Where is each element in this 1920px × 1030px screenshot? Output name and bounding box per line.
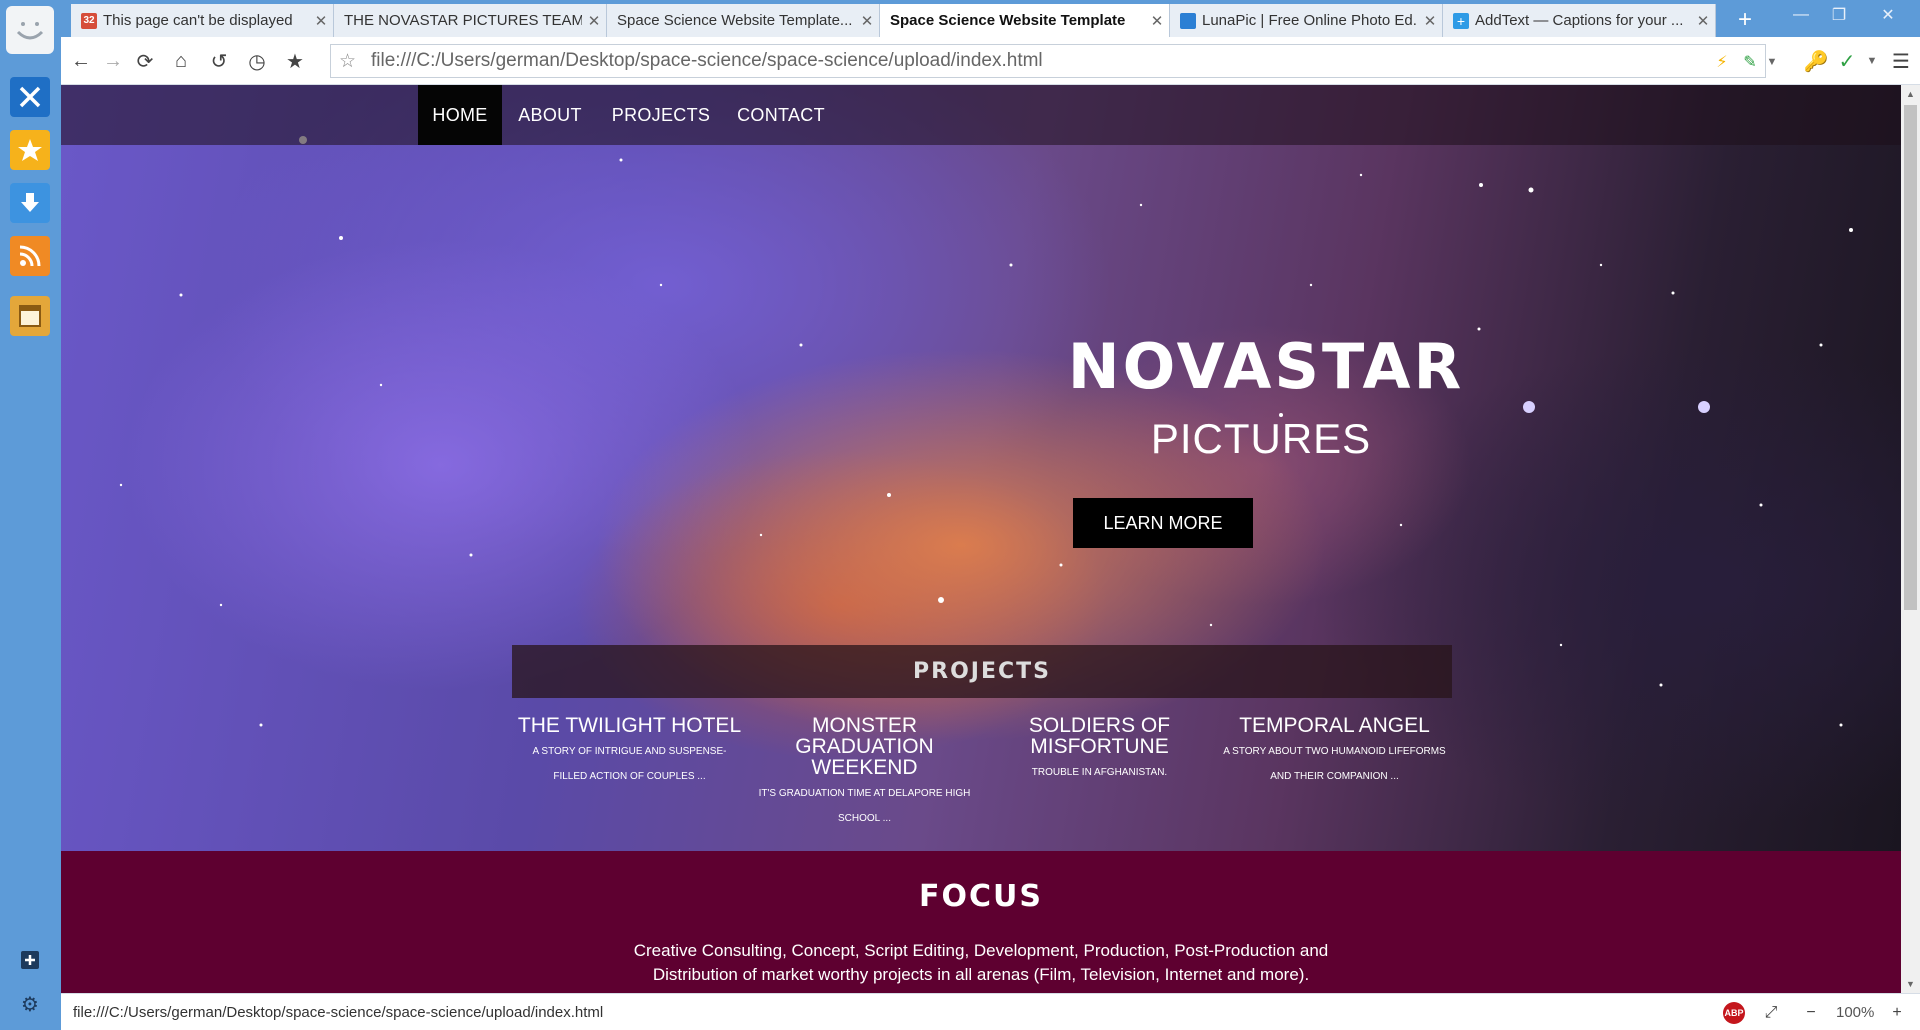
reload-icon[interactable]: ⟳ — [131, 47, 159, 75]
site-nav: HOME ABOUT PROJECTS CONTACT — [61, 85, 1901, 145]
nav-home[interactable]: HOME — [418, 85, 502, 145]
tab-title: AddText — Captions for your ... — [1475, 12, 1684, 29]
address-bar[interactable]: ☆ ⚡ ✎ ▼ — [330, 44, 1777, 78]
menu-icon[interactable]: ☰ — [1887, 47, 1915, 75]
scroll-thumb[interactable] — [1904, 105, 1917, 610]
add-sidebar-item-icon[interactable] — [18, 948, 42, 972]
project-title[interactable]: THE TWILIGHT HOTEL — [512, 715, 747, 736]
tab-space-science-1[interactable]: Space Science Website Template... ✕ — [607, 4, 880, 37]
tab-title: Space Science Website Template... — [617, 12, 853, 29]
favorites-star-icon[interactable] — [10, 130, 50, 170]
tools-icon[interactable] — [10, 77, 50, 117]
tab-space-science-active[interactable]: Space Science Website Template ✕ — [880, 4, 1170, 37]
key-icon[interactable]: 🔑 — [1802, 47, 1830, 75]
focus-section: FOCUS Creative Consulting, Concept, Scri… — [61, 851, 1901, 993]
adblock-plus-icon[interactable]: ABP — [1723, 1002, 1745, 1024]
tab-novastar-team[interactable]: THE NOVASTAR PICTURES TEAM ✕ — [334, 4, 607, 37]
browser-toolbar: ← → ⟳ ⌂ ↺ ◷ ★ ☆ ⚡ ✎ ▼ 🔑 ✓ ▼ ☰ — [61, 37, 1920, 85]
tab-bar: 32 This page can't be displayed ✕ THE NO… — [61, 0, 1920, 37]
zoom-in-icon[interactable]: + — [1884, 1000, 1910, 1026]
settings-gear-icon[interactable]: ⚙ — [18, 992, 42, 1016]
focus-text: Creative Consulting, Concept, Script Edi… — [633, 941, 1329, 984]
history-clock-icon[interactable]: ◷ — [243, 47, 271, 75]
tab-close-icon[interactable]: ✕ — [1418, 12, 1442, 30]
tab-title: Space Science Website Template — [890, 12, 1126, 29]
nav-projects[interactable]: PROJECTS — [598, 85, 724, 145]
learn-more-button[interactable]: LEARN MORE — [1073, 498, 1253, 548]
status-url: file:///C:/Users/german/Desktop/space-sc… — [73, 1004, 604, 1021]
tab-title: This page can't be displayed — [103, 12, 293, 29]
project-title[interactable]: TEMPORAL ANGEL — [1217, 715, 1452, 736]
favorite-star-outline-icon[interactable]: ☆ — [339, 50, 356, 73]
project-desc: IT'S GRADUATION TIME AT DELAPORE HIGH SC… — [758, 788, 971, 824]
tab-close-icon[interactable]: ✕ — [582, 12, 606, 30]
project-card[interactable]: THE TWILIGHT HOTEL A STORY OF INTRIGUE A… — [512, 715, 747, 789]
undo-close-tab-icon[interactable]: ↺ — [205, 47, 233, 75]
download-icon[interactable] — [10, 183, 50, 223]
home-icon[interactable]: ⌂ — [167, 47, 195, 75]
hero-title: NOVASTAR — [1067, 330, 1465, 403]
url-input[interactable] — [371, 49, 1391, 73]
notepad-icon[interactable] — [10, 296, 50, 336]
calendar-32-icon: 32 — [81, 12, 97, 29]
minimize-icon[interactable]: — — [1784, 2, 1818, 28]
projects-heading: PROJECTS — [512, 645, 1452, 698]
tab-close-icon[interactable]: ✕ — [1691, 12, 1715, 30]
extension-dropdown-icon[interactable]: ▼ — [1858, 47, 1886, 75]
project-title[interactable]: MONSTER GRADUATION WEEKEND — [747, 715, 982, 778]
tab-title: THE NOVASTAR PICTURES TEAM — [344, 12, 582, 29]
maxthon-logo-icon[interactable] — [6, 6, 54, 54]
status-bar: file:///C:/Users/german/Desktop/space-sc… — [61, 993, 1920, 1030]
zoom-level[interactable]: 100% — [1836, 1004, 1874, 1021]
lightning-icon[interactable]: ⚡ — [1711, 51, 1733, 73]
tab-title: LunaPic | Free Online Photo Ed... — [1202, 12, 1418, 29]
browser-sidebar: ⚙ — [0, 0, 61, 1030]
project-card[interactable]: TEMPORAL ANGEL A STORY ABOUT TWO HUMANOI… — [1217, 715, 1452, 789]
tab-lunapic[interactable]: LunaPic | Free Online Photo Ed... ✕ — [1170, 4, 1443, 37]
restore-icon[interactable]: ❐ — [1822, 2, 1856, 28]
project-title[interactable]: SOLDIERS OF MISFORTUNE — [982, 715, 1217, 757]
lunapic-icon — [1180, 12, 1196, 29]
resource-sniffer-icon[interactable]: ✎ — [1739, 51, 1761, 73]
back-arrow-icon[interactable]: ← — [67, 47, 95, 75]
tab-page-cant-be-displayed[interactable]: 32 This page can't be displayed ✕ — [71, 4, 334, 37]
project-desc: A STORY OF INTRIGUE AND SUSPENSE-FILLED … — [532, 746, 727, 782]
rss-feed-icon[interactable] — [10, 236, 50, 276]
tab-close-icon[interactable]: ✕ — [309, 12, 333, 30]
project-desc: TROUBLE IN AFGHANISTAN. — [1031, 767, 1168, 778]
extension-icon[interactable]: ✓ — [1833, 47, 1861, 75]
page-scrollbar[interactable]: ▲ ▼ — [1901, 85, 1920, 993]
zoom-out-icon[interactable]: − — [1798, 1000, 1824, 1026]
addtext-icon: + — [1453, 12, 1469, 29]
tab-close-icon[interactable]: ✕ — [855, 12, 879, 30]
tab-close-icon[interactable]: ✕ — [1145, 12, 1169, 30]
scroll-down-arrow-icon[interactable]: ▼ — [1901, 975, 1920, 993]
nav-about[interactable]: ABOUT — [502, 85, 598, 145]
project-card[interactable]: SOLDIERS OF MISFORTUNE TROUBLE IN AFGHAN… — [982, 715, 1217, 785]
forward-arrow-icon[interactable]: → — [99, 47, 127, 75]
close-window-icon[interactable]: ✕ — [1860, 2, 1916, 28]
hero-subtitle: PICTURES — [1150, 415, 1372, 462]
focus-title: FOCUS — [919, 879, 1043, 914]
new-tab-button[interactable]: + — [1731, 6, 1759, 34]
bookmark-star-icon[interactable]: ★ — [281, 47, 309, 75]
tab-addtext[interactable]: + AddText — Captions for your ... ✕ — [1443, 4, 1716, 37]
fullscreen-icon[interactable]: ⤢ — [1758, 1000, 1784, 1026]
address-dropdown-icon[interactable]: ▼ — [1761, 51, 1783, 73]
scroll-up-arrow-icon[interactable]: ▲ — [1901, 85, 1920, 103]
page-viewport: HOME ABOUT PROJECTS CONTACT NOVASTAR PIC… — [61, 85, 1901, 993]
project-desc: A STORY ABOUT TWO HUMANOID LIFEFORMS AND… — [1223, 746, 1446, 782]
project-card[interactable]: MONSTER GRADUATION WEEKEND IT'S GRADUATI… — [747, 715, 982, 831]
nav-contact[interactable]: CONTACT — [724, 85, 838, 145]
